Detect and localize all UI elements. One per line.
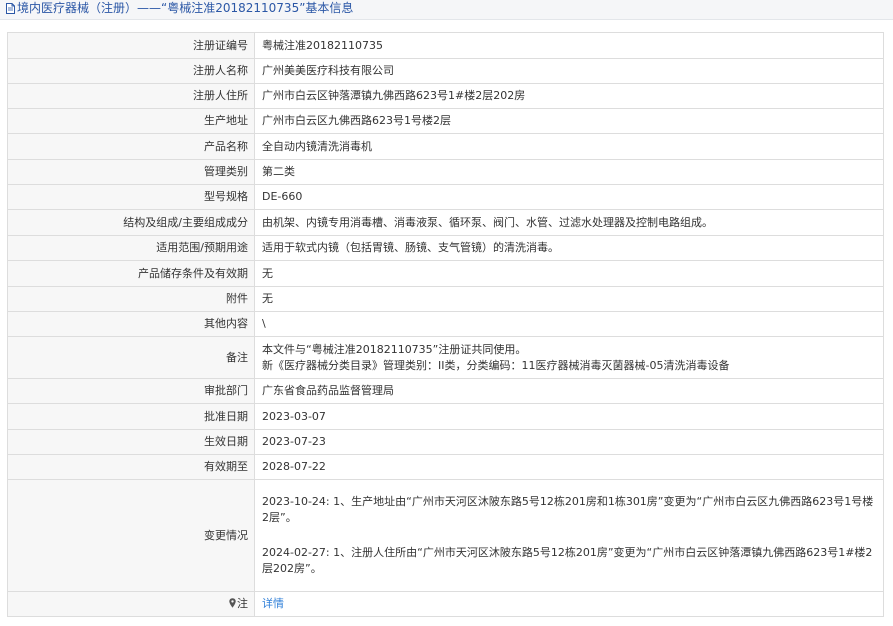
table-row: 批准日期 2023-03-07 — [7, 403, 884, 430]
table-row: 注 详情 — [7, 591, 884, 617]
row-value-registration-number: 粤械注准20182110735 — [254, 32, 884, 59]
row-label-production-address: 生产地址 — [7, 108, 255, 134]
row-value-changes: 2023-10-24: 1、生产地址由“广州市天河区沐陂东路5号12栋201房和… — [254, 479, 884, 592]
row-label-expiry-date: 有效期至 — [7, 454, 255, 480]
table-row: 型号规格 DE-660 — [7, 184, 884, 210]
row-label-structure: 结构及组成/主要组成成分 — [7, 209, 255, 236]
row-label-approval-date: 批准日期 — [7, 403, 255, 430]
row-value-production-address: 广州市白云区九佛西路623号1号楼2层 — [254, 108, 884, 134]
row-value-note: 详情 — [254, 591, 884, 617]
table-row: 有效期至 2028-07-22 — [7, 454, 884, 480]
row-value-expiry-date: 2028-07-22 — [254, 454, 884, 480]
row-label-model-spec: 型号规格 — [7, 184, 255, 210]
row-label-remarks: 备注 — [7, 336, 255, 379]
remarks-line: 本文件与“粤械注准20182110735”注册证共同使用。 — [262, 342, 527, 356]
row-label-attachment: 附件 — [7, 286, 255, 312]
row-label-other: 其他内容 — [7, 311, 255, 337]
page-header: 境内医疗器械（注册）——“粤械注准20182110735”基本信息 — [0, 0, 893, 20]
table-row: 产品储存条件及有效期 无 — [7, 260, 884, 287]
row-label-management-class: 管理类别 — [7, 159, 255, 185]
table-row: 注册人名称 广州美美医疗科技有限公司 — [7, 58, 884, 84]
table-row: 变更情况 2023-10-24: 1、生产地址由“广州市天河区沐陂东路5号12栋… — [7, 479, 884, 592]
row-label-storage: 产品储存条件及有效期 — [7, 260, 255, 287]
table-row: 其他内容 \ — [7, 311, 884, 337]
row-value-remarks: 本文件与“粤械注准20182110735”注册证共同使用。 新《医疗器械分类目录… — [254, 336, 884, 379]
row-value-other: \ — [254, 311, 884, 337]
table-row: 备注 本文件与“粤械注准20182110735”注册证共同使用。 新《医疗器械分… — [7, 336, 884, 379]
table-row: 生产地址 广州市白云区九佛西路623号1号楼2层 — [7, 108, 884, 134]
device-info-table: 注册证编号 粤械注准20182110735 注册人名称 广州美美医疗科技有限公司… — [7, 32, 884, 617]
row-label-effective-date: 生效日期 — [7, 429, 255, 455]
details-link[interactable]: 详情 — [262, 597, 284, 610]
row-value-attachment: 无 — [254, 286, 884, 312]
row-label-product-name: 产品名称 — [7, 133, 255, 160]
change-entry: 2023-10-24: 1、生产地址由“广州市天河区沐陂东路5号12栋201房和… — [262, 495, 874, 524]
table-row: 产品名称 全自动内镜清洗消毒机 — [7, 133, 884, 160]
document-icon — [6, 3, 15, 14]
row-label-changes: 变更情况 — [7, 479, 255, 592]
change-entry: 2024-02-27: 1、注册人住所由“广州市天河区沐陂东路5号12栋201房… — [262, 546, 873, 575]
row-label-note: 注 — [7, 591, 255, 617]
map-pin-icon — [229, 598, 236, 608]
table-row: 管理类别 第二类 — [7, 159, 884, 185]
row-label-intended-use: 适用范围/预期用途 — [7, 235, 255, 261]
row-label-approval-dept: 审批部门 — [7, 378, 255, 404]
table-row: 附件 无 — [7, 286, 884, 312]
row-value-registrant-address: 广州市白云区钟落潭镇九佛西路623号1#楼2层202房 — [254, 83, 884, 109]
row-value-management-class: 第二类 — [254, 159, 884, 185]
row-value-model-spec: DE-660 — [254, 184, 884, 210]
remarks-line: 新《医疗器械分类目录》管理类别：II类，分类编码：11医疗器械消毒灭菌器械-05… — [262, 358, 730, 372]
note-label: 注 — [237, 597, 248, 610]
row-value-approval-dept: 广东省食品药品监督管理局 — [254, 378, 884, 404]
row-value-product-name: 全自动内镜清洗消毒机 — [254, 133, 884, 160]
row-value-intended-use: 适用于软式内镜（包括胃镜、肠镜、支气管镜）的清洗消毒。 — [254, 235, 884, 261]
row-label-registration-number: 注册证编号 — [7, 32, 255, 59]
row-value-registrant-name: 广州美美医疗科技有限公司 — [254, 58, 884, 84]
table-row: 适用范围/预期用途 适用于软式内镜（包括胃镜、肠镜、支气管镜）的清洗消毒。 — [7, 235, 884, 261]
table-row: 注册证编号 粤械注准20182110735 — [7, 32, 884, 59]
row-value-approval-date: 2023-03-07 — [254, 403, 884, 430]
row-label-registrant-address: 注册人住所 — [7, 83, 255, 109]
page-title: 境内医疗器械（注册）——“粤械注准20182110735”基本信息 — [17, 1, 354, 15]
row-label-registrant-name: 注册人名称 — [7, 58, 255, 84]
table-row: 注册人住所 广州市白云区钟落潭镇九佛西路623号1#楼2层202房 — [7, 83, 884, 109]
row-value-effective-date: 2023-07-23 — [254, 429, 884, 455]
table-row: 生效日期 2023-07-23 — [7, 429, 884, 455]
table-row: 结构及组成/主要组成成分 由机架、内镜专用消毒槽、消毒液泵、循环泵、阀门、水管、… — [7, 209, 884, 236]
row-value-structure: 由机架、内镜专用消毒槽、消毒液泵、循环泵、阀门、水管、过滤水处理器及控制电路组成… — [254, 209, 884, 236]
table-row: 审批部门 广东省食品药品监督管理局 — [7, 378, 884, 404]
row-value-storage: 无 — [254, 260, 884, 287]
